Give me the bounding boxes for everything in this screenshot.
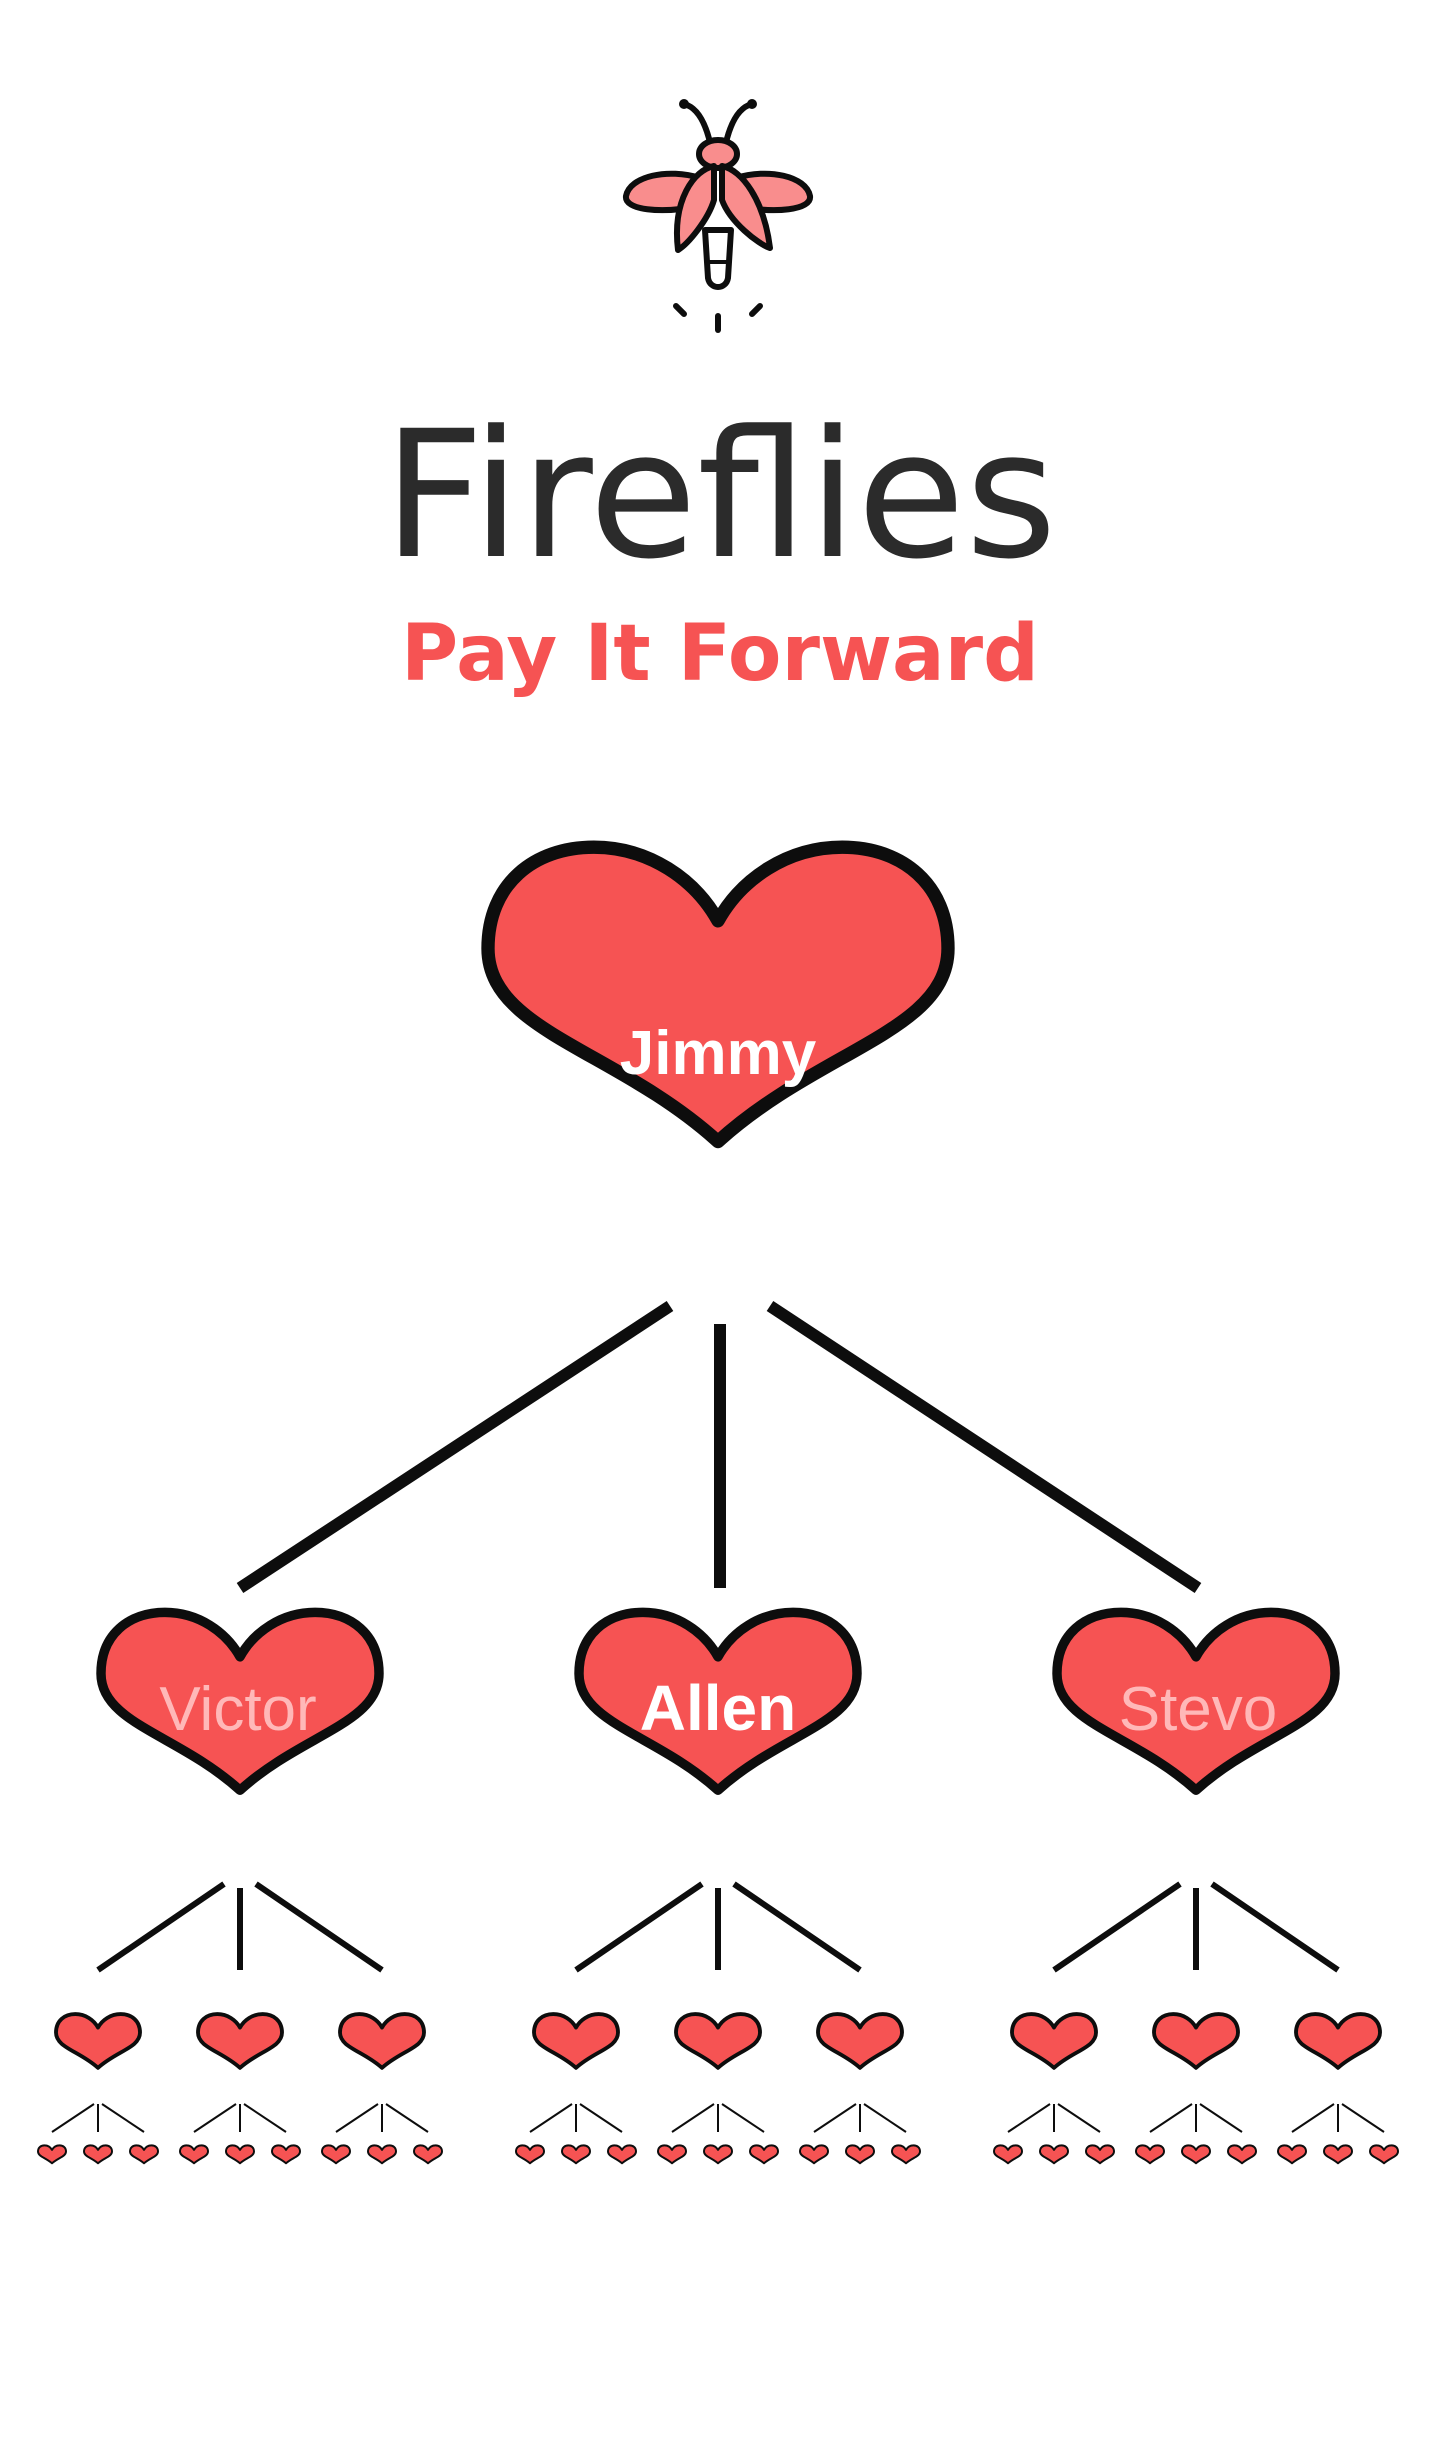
- tree-connector: [101, 2103, 145, 2133]
- heart-grandchild: [1294, 2012, 1382, 2070]
- heart-grandchild: [532, 2012, 620, 2070]
- tree-connector: [671, 2103, 715, 2133]
- tree-connector: [96, 1881, 226, 1973]
- heart-great-grandchild: [561, 2144, 591, 2165]
- app-subtitle: Pay It Forward: [401, 609, 1039, 699]
- heart-great-grandchild: [749, 2144, 779, 2165]
- heart-great-grandchild: [1277, 2144, 1307, 2165]
- tree-connector: [1007, 2103, 1051, 2133]
- tree-connector: [579, 2103, 623, 2133]
- heart-great-grandchild: [891, 2144, 921, 2165]
- heart-great-grandchild: [657, 2144, 687, 2165]
- heart-grandchild: [816, 2012, 904, 2070]
- app-title: Fireflies: [383, 393, 1057, 598]
- heart-great-grandchild: [1323, 2144, 1353, 2165]
- heart-great-grandchild: [321, 2144, 351, 2165]
- tree-connector: [732, 1881, 862, 1973]
- tree-connector: [721, 2103, 765, 2133]
- tree-connector: [1291, 2103, 1335, 2133]
- heart-great-grandchild: [845, 2144, 875, 2165]
- tree-connector: [1057, 2103, 1101, 2133]
- tree-connector: [1210, 1881, 1340, 1973]
- heart-great-grandchild: [1369, 2144, 1399, 2165]
- heart-great-grandchild: [413, 2144, 443, 2165]
- heart-great-grandchild: [367, 2144, 397, 2165]
- tree-connector: [529, 2103, 573, 2133]
- sub-tree-hearts: [37, 1881, 1399, 2165]
- heart-great-grandchild: [1085, 2144, 1115, 2165]
- tree-connectors-level-1: [236, 1300, 1202, 1594]
- heart-great-grandchild: [1135, 2144, 1165, 2165]
- heart-great-grandchild: [515, 2144, 545, 2165]
- heart-grandchild: [1010, 2012, 1098, 2070]
- heart-great-grandchild: [225, 2144, 255, 2165]
- heart-label-stevo: Stevo: [1119, 1675, 1278, 1744]
- heart-great-grandchild: [179, 2144, 209, 2165]
- heart-great-grandchild: [703, 2144, 733, 2165]
- heart-label-victor: Victor: [159, 1675, 316, 1744]
- heart-great-grandchild: [1039, 2144, 1069, 2165]
- heart-grandchild: [196, 2012, 284, 2070]
- heart-great-grandchild: [129, 2144, 159, 2165]
- heart-grandchild: [338, 2012, 426, 2070]
- heart-great-grandchild: [83, 2144, 113, 2165]
- tree-connector: [1052, 1881, 1182, 1973]
- heart-label-allen: Allen: [640, 1672, 796, 1744]
- tree-connector: [1149, 2103, 1193, 2133]
- tree-connector: [385, 2103, 429, 2133]
- heart-grandchild: [674, 2012, 762, 2070]
- heart-great-grandchild: [993, 2144, 1023, 2165]
- firefly-icon: [623, 99, 813, 333]
- heart-great-grandchild: [37, 2144, 67, 2165]
- tree-connector: [1199, 2103, 1243, 2133]
- heart-great-grandchild: [1181, 2144, 1211, 2165]
- heart-great-grandchild: [799, 2144, 829, 2165]
- heart-root[interactable]: [488, 847, 948, 1141]
- heart-great-grandchild: [607, 2144, 637, 2165]
- tree-connector: [574, 1881, 704, 1973]
- heart-great-grandchild: [271, 2144, 301, 2165]
- tree-connector: [51, 2103, 95, 2133]
- tree-connector: [243, 2103, 287, 2133]
- tree-connector: [813, 2103, 857, 2133]
- tree-connector: [193, 2103, 237, 2133]
- referral-tree-screen: Fireflies Pay It Forward Jimmy Victor Al…: [37, 99, 1399, 2165]
- tree-connector: [1341, 2103, 1385, 2133]
- heart-grandchild: [1152, 2012, 1240, 2070]
- heart-label-root: Jimmy: [620, 1019, 817, 1088]
- heart-great-grandchild: [1227, 2144, 1257, 2165]
- tree-connector: [335, 2103, 379, 2133]
- tree-connector: [863, 2103, 907, 2133]
- heart-grandchild: [54, 2012, 142, 2070]
- tree-connector: [254, 1881, 384, 1973]
